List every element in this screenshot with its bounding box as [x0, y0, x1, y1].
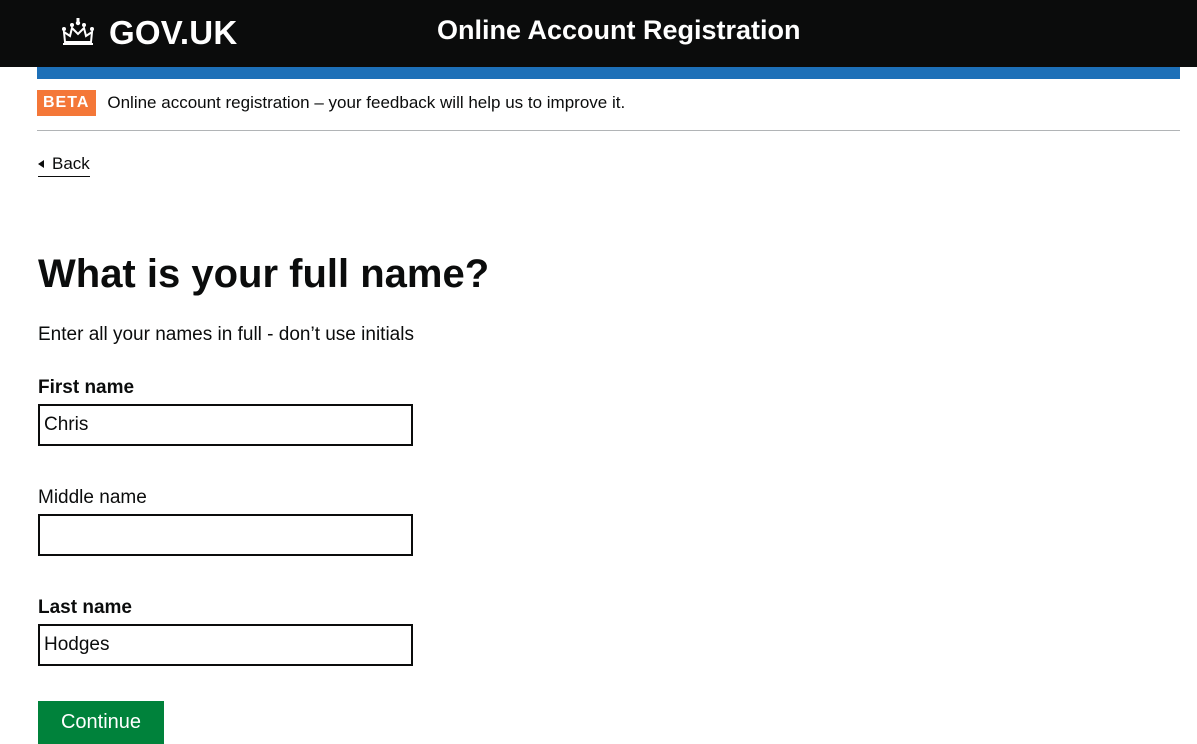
- service-name-link[interactable]: Online Account Registration: [437, 15, 801, 46]
- beta-tag: BETA: [37, 90, 97, 116]
- site-header: GOV.UK Online Account Registration: [0, 0, 1197, 67]
- first-name-label: First name: [38, 377, 135, 398]
- govuk-logo-link[interactable]: GOV.UK: [59, 14, 237, 52]
- logo-text: GOV.UK: [109, 14, 238, 51]
- first-name-input[interactable]: [38, 404, 413, 446]
- header-blue-bar: [37, 67, 1180, 79]
- last-name-label: Last name: [38, 597, 132, 618]
- crown-icon: [62, 18, 94, 45]
- page-hint: Enter all your names in full - don’t use…: [38, 324, 414, 345]
- phase-banner: BETA Online account registration – your …: [37, 90, 1180, 131]
- continue-button[interactable]: Continue: [38, 701, 164, 744]
- last-name-input[interactable]: [38, 624, 413, 666]
- back-arrow-icon: [38, 160, 44, 168]
- middle-name-label: Middle name: [38, 487, 147, 508]
- page-title: What is your full name?: [38, 252, 490, 296]
- phase-banner-text: Online account registration – your feedb…: [107, 93, 626, 112]
- back-link-label: Back: [52, 154, 90, 173]
- back-link[interactable]: Back: [38, 154, 90, 177]
- middle-name-input[interactable]: [38, 514, 413, 556]
